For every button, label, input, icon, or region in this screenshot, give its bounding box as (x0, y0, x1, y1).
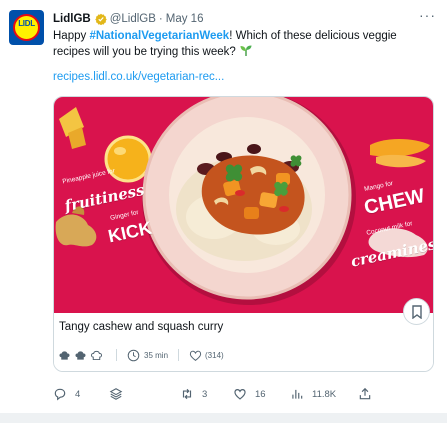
like-button[interactable]: 16 (233, 385, 266, 403)
bookmark-icon (411, 304, 422, 319)
tweet-text: Happy #NationalVegetarianWeek! Which of … (53, 28, 423, 60)
recipe-meta: 35 min (314) (58, 346, 224, 364)
analytics-icon (292, 389, 303, 399)
like-count: 16 (255, 388, 266, 400)
recipe-link[interactable]: recipes.lidl.co.uk/vegetarian-rec... (53, 71, 224, 83)
chef-hat-icon (59, 350, 70, 360)
avatar[interactable]: LIDL (9, 10, 44, 45)
chef-hat-icon (75, 350, 86, 360)
verified-badge-icon (94, 13, 107, 25)
chef-hat-outline-icon (90, 350, 103, 360)
seedling-icon (240, 45, 252, 56)
tweet-header: LidlGB @LidlGB · May 16 (53, 11, 203, 27)
heart-icon (189, 350, 202, 361)
recipe-likes: (314) (205, 350, 224, 360)
tweet-actions: 4 3 16 11.8K (53, 385, 423, 403)
clock-icon (127, 349, 140, 361)
card-title: Tangy cashew and squash curry (59, 321, 224, 333)
tweet-date[interactable]: May 16 (166, 13, 204, 25)
more-options-icon[interactable]: ··· (419, 8, 439, 24)
cook-time: 35 min (144, 350, 169, 360)
share-icon (359, 387, 371, 400)
meta-divider (116, 349, 117, 361)
account-name[interactable]: LidlGB (53, 13, 91, 25)
card-footer: Tangy cashew and squash curry 35 min (31… (54, 313, 433, 371)
share-button[interactable] (358, 385, 380, 403)
stack-button[interactable] (109, 385, 131, 403)
view-count: 11.8K (312, 388, 337, 400)
lidl-logo-text: LIDL (18, 19, 35, 28)
header-separator: · (158, 13, 163, 25)
account-handle[interactable]: @LidlGB (110, 13, 156, 25)
reply-count: 4 (75, 388, 81, 400)
hashtag-link[interactable]: #NationalVegetarianWeek (89, 30, 229, 42)
tweet[interactable]: LIDL LidlGB @LidlGB · May 16 ··· Happy #… (0, 0, 447, 423)
views-button[interactable]: 11.8K (290, 385, 336, 403)
heart-icon (234, 389, 246, 400)
meta-divider (178, 349, 180, 361)
card-image[interactable]: Pineapple juice for fruitiness Ginger fo… (54, 97, 433, 313)
reply-icon (54, 388, 66, 401)
tweet-text-prefix: Happy (53, 30, 90, 42)
stack-icon (109, 388, 123, 400)
retweet-count: 3 (202, 388, 208, 400)
bottom-strip (0, 413, 447, 423)
reply-button[interactable]: 4 (53, 385, 80, 403)
retweet-icon (182, 388, 192, 400)
link-card[interactable]: Pineapple juice for fruitiness Ginger fo… (53, 96, 434, 372)
retweet-button[interactable]: 3 (180, 385, 207, 403)
save-recipe-button[interactable] (403, 298, 430, 325)
